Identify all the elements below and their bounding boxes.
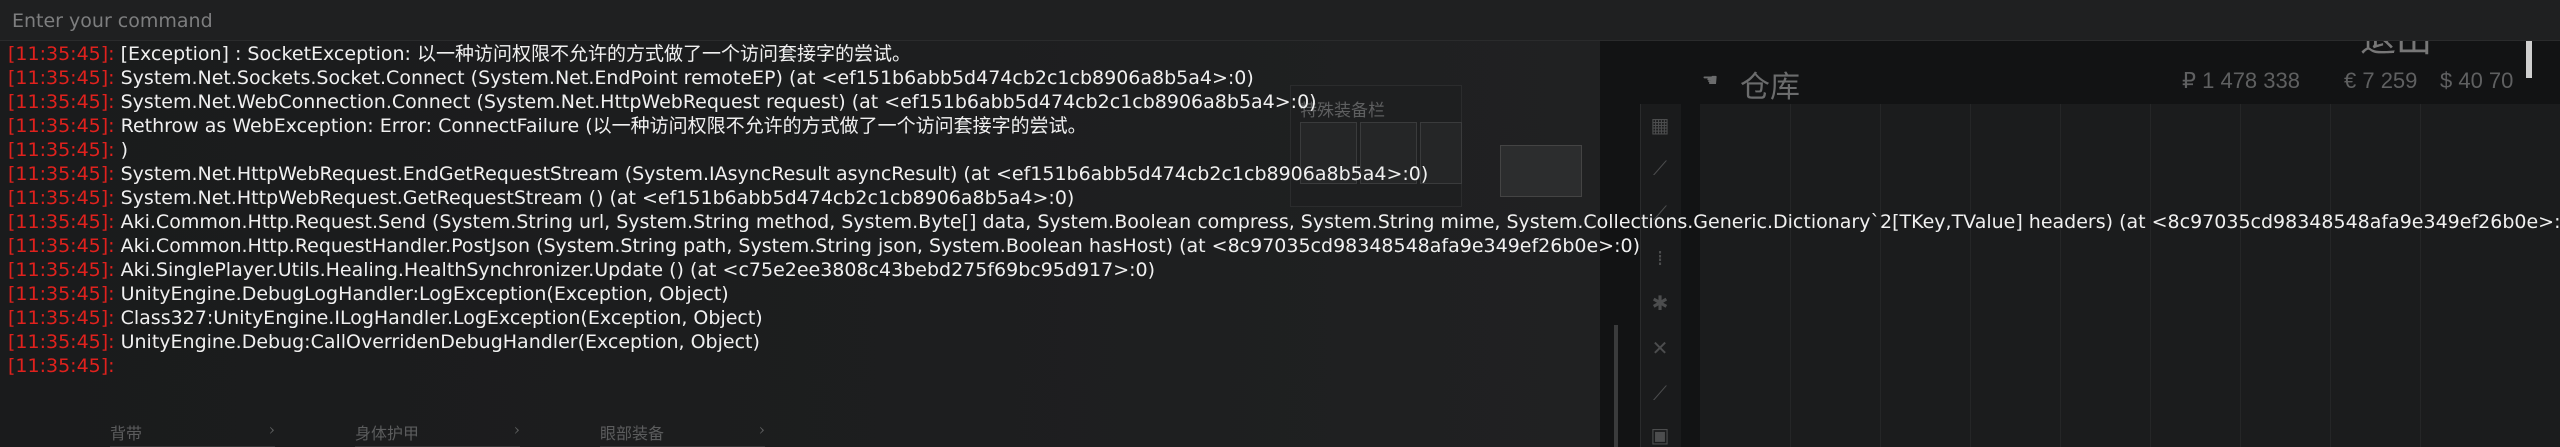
log-message: UnityEngine.Debug:CallOverridenDebugHand… (120, 331, 760, 353)
log-line: [11:35:45]: Class327:UnityEngine.ILogHan… (8, 306, 763, 330)
log-message: Aki.Common.Http.RequestHandler.PostJson … (120, 235, 1641, 257)
log-timestamp: [11:35:45]: (8, 163, 115, 185)
log-line: [11:35:45]: Rethrow as WebException: Err… (8, 114, 1087, 138)
log-line: [11:35:45]: ) (8, 138, 128, 162)
log-message: System.Net.WebConnection.Connect (System… (120, 91, 1317, 113)
log-message: ) (120, 139, 129, 161)
log-line: [11:35:45]: UnityEngine.Debug:CallOverri… (8, 330, 760, 354)
console-command-bar (0, 0, 2560, 41)
log-timestamp: [11:35:45]: (8, 307, 115, 329)
log-message: Aki.Common.Http.Request.Send (System.Str… (120, 211, 2560, 233)
log-timestamp: [11:35:45]: (8, 235, 115, 257)
log-timestamp: [11:35:45]: (8, 115, 115, 137)
log-timestamp: [11:35:45]: (8, 331, 115, 353)
log-message: System.Net.HttpWebRequest.GetRequestStre… (120, 187, 1075, 209)
log-timestamp: [11:35:45]: (8, 259, 115, 281)
log-timestamp: [11:35:45]: (8, 139, 115, 161)
console-log: [11:35:45]: [Exception] : SocketExceptio… (0, 42, 2560, 447)
log-message: System.Net.HttpWebRequest.EndGetRequestS… (120, 163, 1429, 185)
log-timestamp: [11:35:45]: (8, 43, 115, 65)
log-timestamp: [11:35:45]: (8, 91, 115, 113)
log-line: [11:35:45]: System.Net.HttpWebRequest.Ge… (8, 186, 1074, 210)
log-message: Class327:UnityEngine.ILogHandler.LogExce… (120, 307, 763, 329)
log-timestamp: [11:35:45]: (8, 211, 115, 233)
log-timestamp: [11:35:45]: (8, 355, 115, 377)
log-timestamp: [11:35:45]: (8, 187, 115, 209)
command-input[interactable] (10, 4, 2214, 38)
log-line: [11:35:45]: Aki.Common.Http.Request.Send… (8, 210, 2560, 234)
log-line: [11:35:45]: [Exception] : SocketExceptio… (8, 42, 911, 66)
log-line: [11:35:45]: Aki.Common.Http.RequestHandl… (8, 234, 1640, 258)
log-line: [11:35:45]: System.Net.Sockets.Socket.Co… (8, 66, 1254, 90)
log-message: [Exception] : SocketException: 以一种访问权限不允… (120, 43, 911, 65)
log-line: [11:35:45]: System.Net.HttpWebRequest.En… (8, 162, 1428, 186)
log-timestamp: [11:35:45]: (8, 283, 115, 305)
log-line: [11:35:45]: System.Net.WebConnection.Con… (8, 90, 1317, 114)
log-timestamp: [11:35:45]: (8, 67, 115, 89)
log-line: [11:35:45]: Aki.SinglePlayer.Utils.Heali… (8, 258, 1155, 282)
log-line: [11:35:45]: (8, 354, 121, 378)
log-message: System.Net.Sockets.Socket.Connect (Syste… (120, 67, 1254, 89)
log-message: Aki.SinglePlayer.Utils.Healing.HealthSyn… (120, 259, 1156, 281)
log-message: Rethrow as WebException: Error: ConnectF… (120, 115, 1087, 137)
log-message: UnityEngine.DebugLogHandler:LogException… (120, 283, 729, 305)
log-line: [11:35:45]: UnityEngine.DebugLogHandler:… (8, 282, 729, 306)
